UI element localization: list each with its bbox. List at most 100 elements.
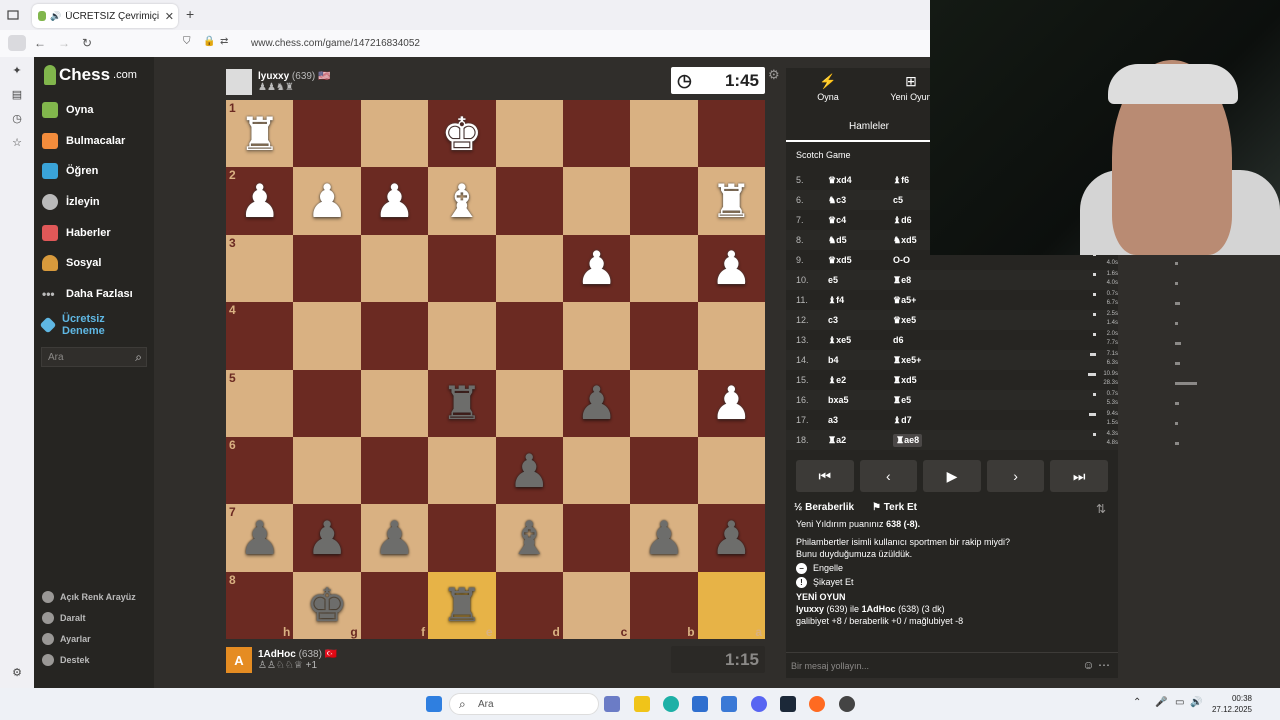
- last-move-button[interactable]: ⏭: [1050, 460, 1108, 492]
- play-button[interactable]: ▶: [923, 460, 981, 492]
- report-button[interactable]: ! Şikayet Et: [796, 576, 1108, 588]
- avatar[interactable]: [226, 69, 252, 95]
- board-square[interactable]: [495, 167, 563, 235]
- board-square[interactable]: [428, 234, 496, 303]
- board-square[interactable]: [562, 504, 631, 572]
- board-square[interactable]: e ♜: [428, 571, 496, 639]
- mic-icon[interactable]: 🎤: [1155, 697, 1167, 708]
- black-rook-piece[interactable]: ♜: [441, 582, 482, 628]
- board-square[interactable]: ♚: [428, 100, 496, 168]
- board-square[interactable]: 8h: [226, 571, 294, 639]
- board-square[interactable]: ♟: [630, 504, 698, 572]
- board-square[interactable]: ♜: [697, 167, 765, 235]
- board-square[interactable]: [630, 167, 698, 235]
- settings-button[interactable]: Ayarlar: [42, 633, 91, 645]
- board-square[interactable]: [293, 302, 361, 370]
- white-move[interactable]: ♜a2: [828, 435, 846, 446]
- white-move[interactable]: ♛xd5: [828, 255, 852, 266]
- nav-news[interactable]: Haberler: [42, 225, 111, 241]
- black-move[interactable]: ♝d7: [893, 415, 912, 426]
- tray-chevron-icon[interactable]: ⌃: [1133, 697, 1141, 708]
- board-square[interactable]: ♟: [697, 504, 765, 572]
- board-square[interactable]: [495, 369, 563, 437]
- board-square[interactable]: [293, 234, 361, 303]
- board-square[interactable]: [293, 369, 361, 437]
- white-move[interactable]: bxa5: [828, 395, 849, 405]
- back-icon[interactable]: ←: [34, 36, 46, 50]
- board-square[interactable]: 3: [226, 234, 294, 303]
- black-pawn-piece[interactable]: ♟: [711, 515, 752, 561]
- black-move[interactable]: ♜ae8: [893, 434, 923, 447]
- board-square[interactable]: [562, 436, 631, 505]
- board-square[interactable]: [562, 100, 631, 168]
- white-pawn-piece[interactable]: ♟: [374, 178, 415, 224]
- emoji-and-more-icon[interactable]: ☺ ⋯: [1082, 658, 1110, 672]
- board-square[interactable]: ♜: [428, 369, 496, 437]
- board-square[interactable]: ♟: [697, 234, 765, 303]
- board-square[interactable]: [293, 100, 361, 168]
- reload-icon[interactable]: ↻: [82, 36, 92, 50]
- white-move[interactable]: ♞c3: [828, 195, 846, 206]
- white-king-piece[interactable]: ♚: [441, 111, 482, 157]
- board-square[interactable]: [630, 302, 698, 370]
- white-move[interactable]: ♝xe5: [828, 335, 851, 346]
- black-pawn-piece[interactable]: ♟: [374, 515, 415, 561]
- black-move[interactable]: ♛a5+: [893, 295, 916, 306]
- black-pawn-piece[interactable]: ♟: [576, 380, 617, 426]
- board-square[interactable]: [630, 369, 698, 437]
- board-square[interactable]: [360, 436, 429, 505]
- nav-watch[interactable]: İzleyin: [42, 194, 100, 210]
- board-square[interactable]: [697, 436, 765, 505]
- board-square[interactable]: [360, 234, 429, 303]
- windows-start-icon[interactable]: [426, 696, 442, 712]
- nav-more[interactable]: ••• Daha Fazlası: [42, 286, 133, 302]
- board-square[interactable]: g ♚: [293, 571, 361, 639]
- board-square[interactable]: [428, 504, 496, 572]
- board-square[interactable]: [697, 302, 765, 370]
- outlook-icon[interactable]: [721, 696, 737, 712]
- board-square[interactable]: ♝: [495, 504, 563, 572]
- store-icon[interactable]: [692, 696, 708, 712]
- board-square[interactable]: 4: [226, 302, 294, 370]
- black-pawn-piece[interactable]: ♟: [509, 448, 550, 494]
- ai-icon[interactable]: ✦: [11, 65, 23, 77]
- tab-close-icon[interactable]: ✕: [165, 10, 174, 23]
- board-square[interactable]: [360, 302, 429, 370]
- white-move[interactable]: ♛xd4: [828, 175, 852, 186]
- board-square[interactable]: ♟: [697, 369, 765, 437]
- black-move[interactable]: O-O: [893, 255, 910, 265]
- lock-icon[interactable]: 🔒: [203, 36, 215, 47]
- permissions-icon[interactable]: ⇄: [220, 36, 228, 47]
- board-square[interactable]: [360, 369, 429, 437]
- white-move[interactable]: ♛c4: [828, 215, 846, 226]
- board-square[interactable]: [562, 167, 631, 235]
- white-pawn-piece[interactable]: ♟: [576, 245, 617, 291]
- board-square[interactable]: ♟: [293, 167, 361, 235]
- opening-name[interactable]: Scotch Game: [796, 150, 851, 160]
- white-pawn-piece[interactable]: ♟: [306, 178, 347, 224]
- board-square[interactable]: [360, 100, 429, 168]
- nav-free-trial[interactable]: Ücretsiz Deneme: [39, 313, 105, 337]
- black-move[interactable]: ♛xe5: [893, 315, 916, 326]
- board-square[interactable]: d: [495, 571, 563, 639]
- white-bishop-piece[interactable]: ♝: [441, 178, 482, 224]
- avatar[interactable]: A: [226, 647, 252, 673]
- black-move[interactable]: ♜xe5+: [893, 355, 921, 366]
- white-move[interactable]: ♝e2: [828, 375, 846, 386]
- board-square[interactable]: 7 ♟: [226, 504, 294, 572]
- star-icon[interactable]: ☆: [11, 137, 23, 149]
- board-square[interactable]: ♟: [562, 369, 631, 437]
- previous-move-button[interactable]: ‹: [859, 460, 918, 492]
- edge-icon[interactable]: [663, 696, 679, 712]
- board-square[interactable]: [428, 302, 496, 370]
- board-square[interactable]: ♟: [293, 504, 361, 572]
- board-square[interactable]: ♟: [360, 504, 429, 572]
- firefox-icon[interactable]: [809, 696, 825, 712]
- folder-icon[interactable]: [634, 696, 650, 712]
- volume-icon[interactable]: 🔊: [1190, 697, 1202, 708]
- chat-input[interactable]: Bir mesaj yollayın... ☺ ⋯: [786, 652, 1118, 678]
- discord-icon[interactable]: [751, 696, 767, 712]
- url-bar[interactable]: www.chess.com/game/147216834052: [251, 38, 420, 49]
- board-square[interactable]: [697, 100, 765, 168]
- board-square[interactable]: 6: [226, 436, 294, 505]
